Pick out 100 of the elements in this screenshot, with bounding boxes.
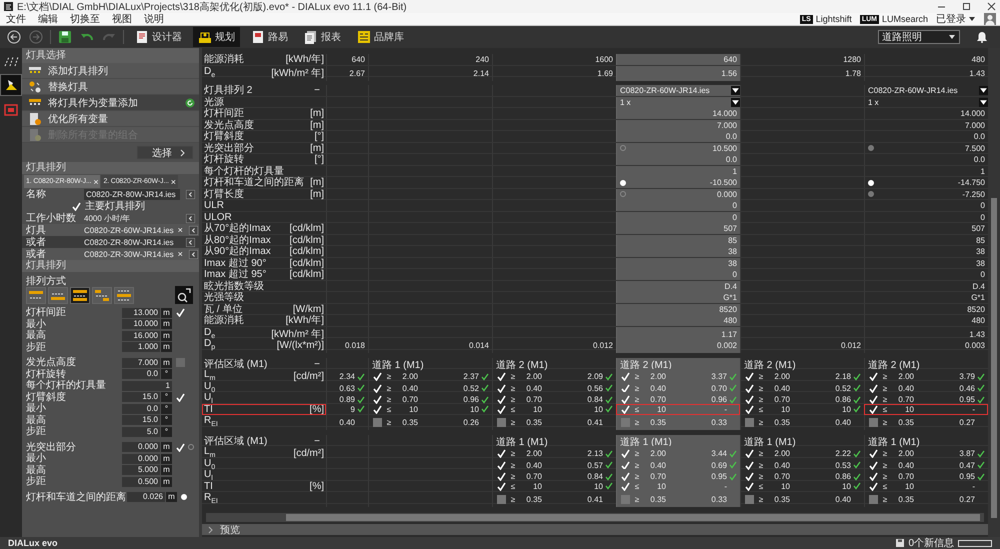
expand-button-icon[interactable]: [186, 190, 195, 198]
checkbox[interactable]: [373, 395, 382, 404]
checkbox[interactable]: [621, 395, 630, 404]
checkbox[interactable]: [373, 404, 382, 414]
checkbox[interactable]: [745, 384, 754, 392]
dropdown[interactable]: C0820-ZR-60W-JR14.ies: [617, 85, 740, 96]
close-icon[interactable]: [987, 2, 996, 11]
checkbox[interactable]: [869, 449, 878, 458]
checkbox[interactable]: [869, 395, 878, 404]
back-icon[interactable]: [7, 30, 21, 44]
maximize-icon[interactable]: [962, 2, 971, 11]
number-field[interactable]: 16.000: [122, 330, 160, 341]
preview-expander[interactable]: 预览: [202, 524, 988, 535]
mode-tab[interactable]: 设计器: [130, 27, 187, 47]
checkbox[interactable]: [373, 418, 382, 427]
dropdown[interactable]: 1 x: [865, 96, 988, 108]
checkbox[interactable]: [373, 384, 382, 392]
checkbox[interactable]: [621, 384, 630, 392]
number-field[interactable]: 0.500: [122, 476, 160, 487]
checkbox[interactable]: [745, 372, 754, 381]
checkbox[interactable]: [621, 418, 630, 427]
checkbox[interactable]: [176, 442, 185, 452]
checkbox[interactable]: [621, 460, 630, 470]
number-field[interactable]: 0.000: [122, 454, 160, 464]
close-button[interactable]: ×: [93, 176, 98, 186]
mode-tab[interactable]: 路易: [246, 27, 293, 47]
number-field[interactable]: 5.0: [122, 426, 160, 437]
arrangement-button[interactable]: [70, 286, 90, 304]
checkbox[interactable]: [869, 372, 878, 381]
horizontal-scrollbar[interactable]: [206, 513, 984, 522]
checkbox[interactable]: [869, 404, 878, 414]
checkbox[interactable]: [72, 202, 81, 210]
name-field[interactable]: C0820-ZR-80W-JR14.ies: [84, 188, 180, 200]
side-tool-button[interactable]: [0, 74, 22, 96]
checkbox[interactable]: [745, 495, 754, 504]
account-menu[interactable]: 已登录: [936, 12, 976, 26]
checkbox[interactable]: [745, 482, 754, 490]
arrangement-button[interactable]: [26, 286, 46, 304]
collapse-button[interactable]: −: [310, 436, 324, 447]
checkbox[interactable]: [497, 472, 506, 481]
remove-button[interactable]: ×: [178, 249, 183, 259]
save-icon[interactable]: [58, 30, 72, 44]
select-button[interactable]: 选择: [137, 146, 193, 159]
checkbox[interactable]: [176, 308, 185, 318]
checkbox[interactable]: [176, 392, 185, 402]
menu-item[interactable]: 文件: [4, 12, 28, 26]
checkbox[interactable]: [497, 418, 506, 427]
menu-item[interactable]: 编辑: [36, 12, 60, 26]
checkbox[interactable]: [621, 482, 630, 490]
expand-button-icon[interactable]: [188, 226, 198, 234]
checkbox[interactable]: [373, 372, 382, 381]
action-item[interactable]: 将灯具作为变量添加: [22, 95, 199, 111]
number-field[interactable]: 0.0: [122, 404, 160, 414]
number-field[interactable]: 10.000: [122, 319, 160, 330]
zoom-view-icon[interactable]: [175, 286, 193, 304]
checkbox[interactable]: [869, 472, 878, 481]
checkbox[interactable]: [497, 460, 506, 470]
menu-item[interactable]: 视图: [110, 12, 134, 26]
radio-button[interactable]: [620, 145, 626, 151]
checkbox[interactable]: [745, 472, 754, 481]
number-field[interactable]: 15.0: [122, 415, 160, 426]
checkbox[interactable]: [869, 418, 878, 427]
number-field[interactable]: 15.0: [122, 392, 160, 402]
mode-tab[interactable]: 规划: [193, 27, 240, 47]
collapse-button[interactable]: −: [310, 85, 324, 96]
mode-tab[interactable]: 报表: [299, 27, 346, 47]
checkbox[interactable]: [497, 482, 506, 490]
arrangement-button[interactable]: [92, 286, 112, 304]
expand-button-icon[interactable]: [186, 238, 195, 246]
checkbox[interactable]: [869, 482, 878, 490]
checkbox[interactable]: [869, 495, 878, 504]
menu-item[interactable]: 说明: [142, 12, 166, 26]
checkbox[interactable]: [745, 404, 754, 414]
plugin-link[interactable]: Lightshift: [816, 14, 852, 24]
vertical-scrollbar[interactable]: [988, 48, 1000, 537]
checkbox[interactable]: [497, 449, 506, 458]
checkbox[interactable]: [497, 404, 506, 414]
checkbox[interactable]: [745, 460, 754, 470]
checkbox[interactable]: [621, 449, 630, 458]
number-field[interactable]: 13.000: [122, 308, 160, 318]
number-field[interactable]: 0.026: [127, 492, 165, 502]
radio-button[interactable]: [188, 444, 194, 450]
action-item[interactable]: 优化所有变量: [22, 111, 199, 127]
expand-button-icon[interactable]: [186, 214, 195, 222]
menu-item[interactable]: 切换至: [68, 12, 102, 26]
checkbox[interactable]: [497, 384, 506, 392]
checkbox[interactable]: [621, 472, 630, 481]
checkbox[interactable]: [621, 372, 630, 381]
number-field[interactable]: 0.000: [122, 442, 160, 452]
luminaire-row[interactable]: 或者 C0820-ZR-80W-JR14.ies: [22, 236, 199, 248]
checkbox[interactable]: [176, 358, 185, 368]
arrangement-button[interactable]: [114, 286, 134, 304]
mode-tab[interactable]: 品牌库: [352, 27, 409, 47]
dropdown[interactable]: 1 x: [617, 96, 740, 108]
plugin-link[interactable]: LUMsearch: [882, 14, 928, 24]
checkbox[interactable]: [869, 460, 878, 470]
action-item[interactable]: 添加灯具排列: [22, 63, 199, 79]
luminaire-row[interactable]: 或者 C0820-ZR-30W-JR14.ies ×: [22, 248, 199, 260]
collapse-button[interactable]: −: [310, 359, 324, 370]
workspace-dropdown[interactable]: 道路照明: [878, 30, 960, 44]
